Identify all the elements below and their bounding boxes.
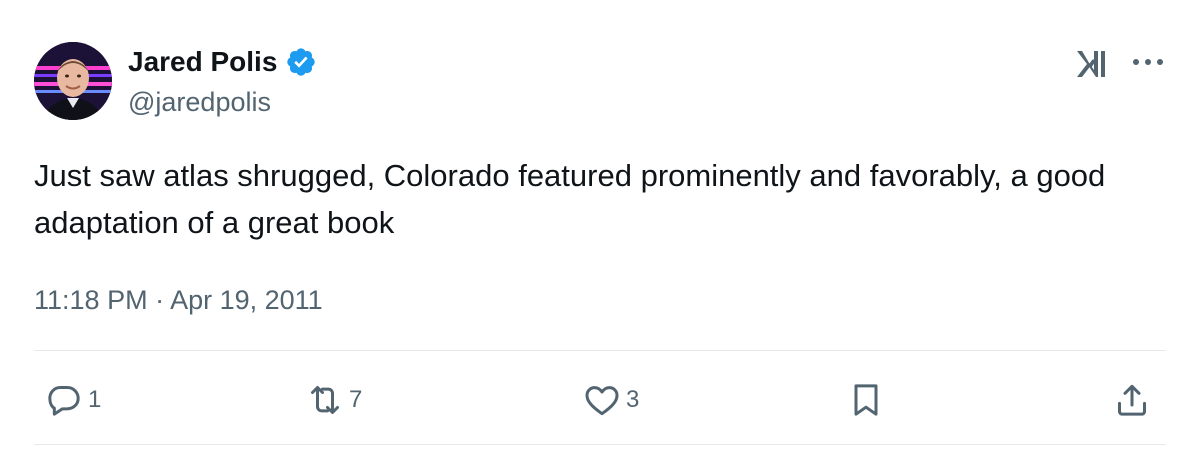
avatar[interactable] (34, 42, 112, 120)
x-logo-icon[interactable] (1074, 48, 1114, 80)
share-icon (1112, 380, 1152, 420)
reply-count: 1 (88, 386, 102, 413)
more-icon[interactable] (1128, 46, 1168, 78)
retweet-count: 7 (349, 386, 363, 413)
retweet-icon (305, 380, 345, 420)
author-handle[interactable]: @jaredpolis (128, 84, 271, 120)
author-name[interactable]: Jared Polis (128, 44, 317, 80)
bookmark-button[interactable] (846, 380, 886, 420)
tweet-card: Jared Polis @jaredpolis Just saw atlas s… (0, 0, 1200, 464)
like-button[interactable]: 3 (582, 380, 639, 420)
divider (34, 350, 1166, 351)
bookmark-icon (846, 380, 886, 420)
heart-icon (582, 380, 622, 420)
like-count: 3 (626, 386, 640, 413)
divider (34, 444, 1166, 445)
verified-badge-icon (285, 46, 317, 78)
tweet-timestamp[interactable]: 11:18 PM · Apr 19, 2011 (34, 282, 323, 318)
retweet-button[interactable]: 7 (305, 380, 362, 420)
share-button[interactable] (1112, 380, 1152, 420)
tweet-text: Just saw atlas shrugged, Colorado featur… (34, 158, 1106, 240)
reply-button[interactable]: 1 (44, 380, 101, 420)
author-name-text[interactable]: Jared Polis (128, 44, 277, 80)
reply-icon (44, 380, 84, 420)
